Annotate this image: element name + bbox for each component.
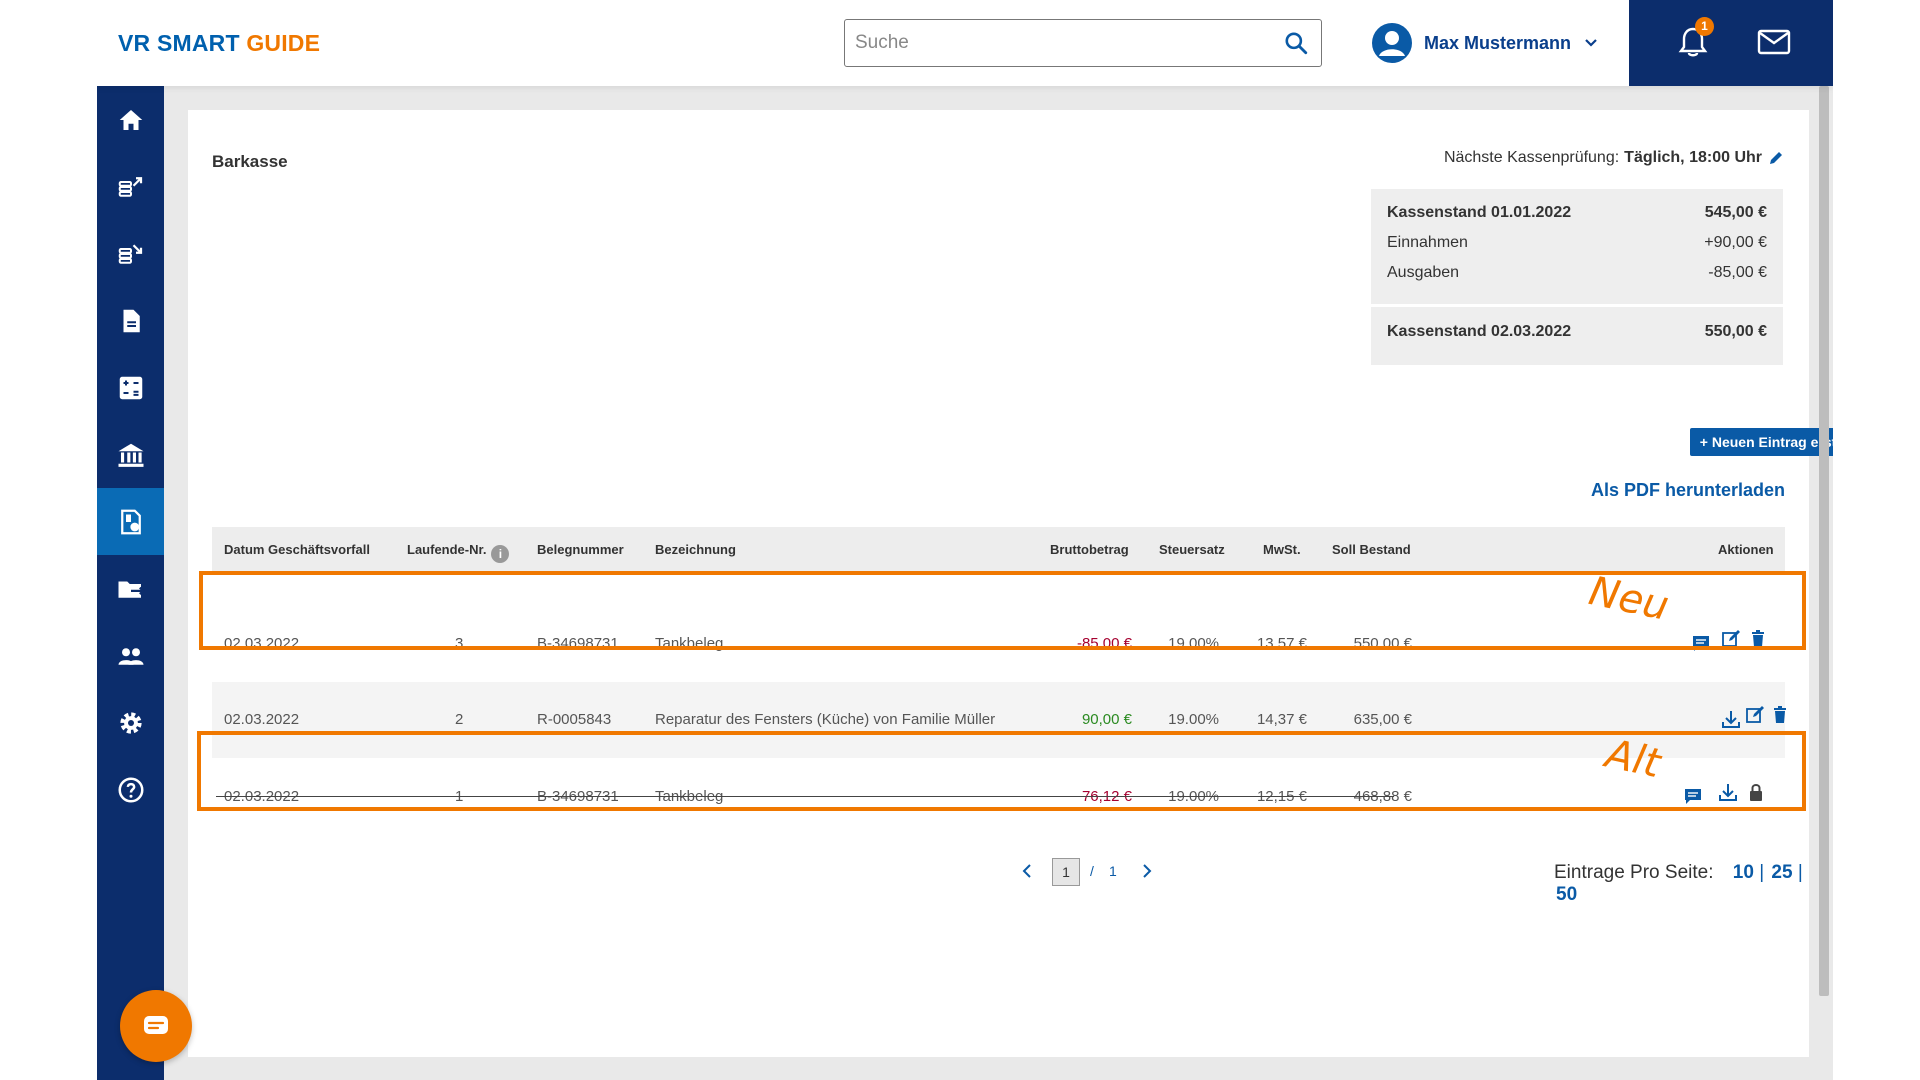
user-name: Max Mustermann bbox=[1424, 32, 1572, 53]
cashbook-icon bbox=[120, 509, 141, 534]
current-page[interactable]: 1 bbox=[1052, 858, 1080, 886]
per-page-10[interactable]: 10 bbox=[1733, 862, 1754, 883]
sidebar-item-bank[interactable] bbox=[97, 421, 164, 488]
mail-icon[interactable] bbox=[1757, 28, 1791, 56]
sidebar-item-calculator[interactable] bbox=[97, 354, 164, 421]
top-bar: VR SMART GUIDE Max Mustermann 1 bbox=[97, 0, 1833, 86]
summary-end: Kassenstand 02.03.2022 550,00 € bbox=[1387, 323, 1767, 340]
chat-icon bbox=[144, 1016, 168, 1034]
download-icon[interactable] bbox=[1720, 708, 1742, 730]
sidebar-item-help[interactable] bbox=[97, 756, 164, 823]
notification-badge: 1 bbox=[1695, 17, 1714, 36]
sidebar-item-cashbook[interactable] bbox=[97, 488, 164, 555]
search-box bbox=[844, 19, 1322, 67]
search-icon[interactable] bbox=[1283, 30, 1309, 56]
per-page-25[interactable]: 25 bbox=[1771, 862, 1792, 883]
edit-icon[interactable] bbox=[1744, 704, 1766, 726]
sidebar-item-income[interactable] bbox=[97, 220, 164, 287]
sidebar bbox=[97, 86, 164, 1080]
cashbook-card: Barkasse Nächste Kassenprüfung: Täglich,… bbox=[188, 110, 1833, 1057]
user-avatar-icon bbox=[1372, 23, 1412, 63]
sidebar-item-users[interactable] bbox=[97, 622, 164, 689]
money-in-icon bbox=[118, 243, 142, 264]
people-icon bbox=[118, 647, 143, 665]
sidebar-item-expenses[interactable] bbox=[97, 153, 164, 220]
entries-per-page: Eintrage Pro Seite: 10 | 25 | 50 bbox=[1554, 862, 1803, 905]
sidebar-item-home[interactable] bbox=[97, 86, 164, 153]
chevron-down-icon[interactable] bbox=[1583, 35, 1599, 51]
summary-income: Einnahmen +90,00 € bbox=[1387, 234, 1767, 251]
home-icon bbox=[119, 109, 142, 130]
sidebar-item-settings[interactable] bbox=[97, 689, 164, 756]
scrollbar[interactable] bbox=[1819, 86, 1829, 996]
settings-icon bbox=[119, 711, 142, 734]
total-pages: 1 bbox=[1109, 863, 1117, 879]
summary-start: Kassenstand 01.01.2022 545,00 € bbox=[1387, 204, 1767, 221]
summary-expenses: Ausgaben -85,00 € bbox=[1387, 264, 1767, 281]
app-logo[interactable]: VR SMART GUIDE bbox=[118, 30, 320, 57]
user-menu[interactable]: Max Mustermann bbox=[1372, 23, 1599, 63]
folder-export-icon bbox=[118, 581, 145, 598]
next-cash-check: Nächste Kassenprüfung: Täglich, 18:00 Uh… bbox=[1444, 149, 1785, 167]
app-window: VR SMART GUIDE Max Mustermann 1 bbox=[97, 0, 1833, 1080]
new-entry-button[interactable]: + Neuen Eintrag erstellen bbox=[1690, 428, 1833, 456]
per-page-50[interactable]: 50 bbox=[1556, 884, 1577, 905]
new-row-highlight bbox=[199, 571, 1806, 650]
search-input[interactable] bbox=[855, 28, 1255, 58]
document-icon bbox=[123, 309, 140, 332]
old-row-highlight bbox=[197, 731, 1806, 811]
bank-icon bbox=[118, 443, 143, 467]
table-header: Datum Geschäftsvorfall Laufende-Nr. i Bel… bbox=[212, 527, 1785, 573]
summary-divider bbox=[1371, 304, 1783, 307]
page-title: Barkasse bbox=[212, 152, 288, 171]
chevron-left-icon[interactable] bbox=[1018, 862, 1036, 880]
money-out-icon bbox=[118, 176, 142, 197]
cash-summary: Kassenstand 01.01.2022 545,00 € Einnahme… bbox=[1371, 189, 1783, 365]
chat-button[interactable] bbox=[120, 990, 192, 1062]
calculator-icon bbox=[119, 376, 142, 399]
delete-icon[interactable] bbox=[1769, 704, 1791, 726]
info-icon[interactable]: i bbox=[491, 545, 510, 563]
sidebar-item-documents[interactable] bbox=[97, 287, 164, 354]
header-actions: 1 bbox=[1629, 0, 1833, 86]
sidebar-item-files[interactable] bbox=[97, 555, 164, 622]
help-icon bbox=[118, 777, 143, 802]
pdf-download-link[interactable]: Als PDF herunterladen bbox=[1591, 480, 1785, 501]
chevron-right-icon[interactable] bbox=[1138, 862, 1156, 880]
edit-pencil-icon[interactable] bbox=[1767, 149, 1785, 167]
